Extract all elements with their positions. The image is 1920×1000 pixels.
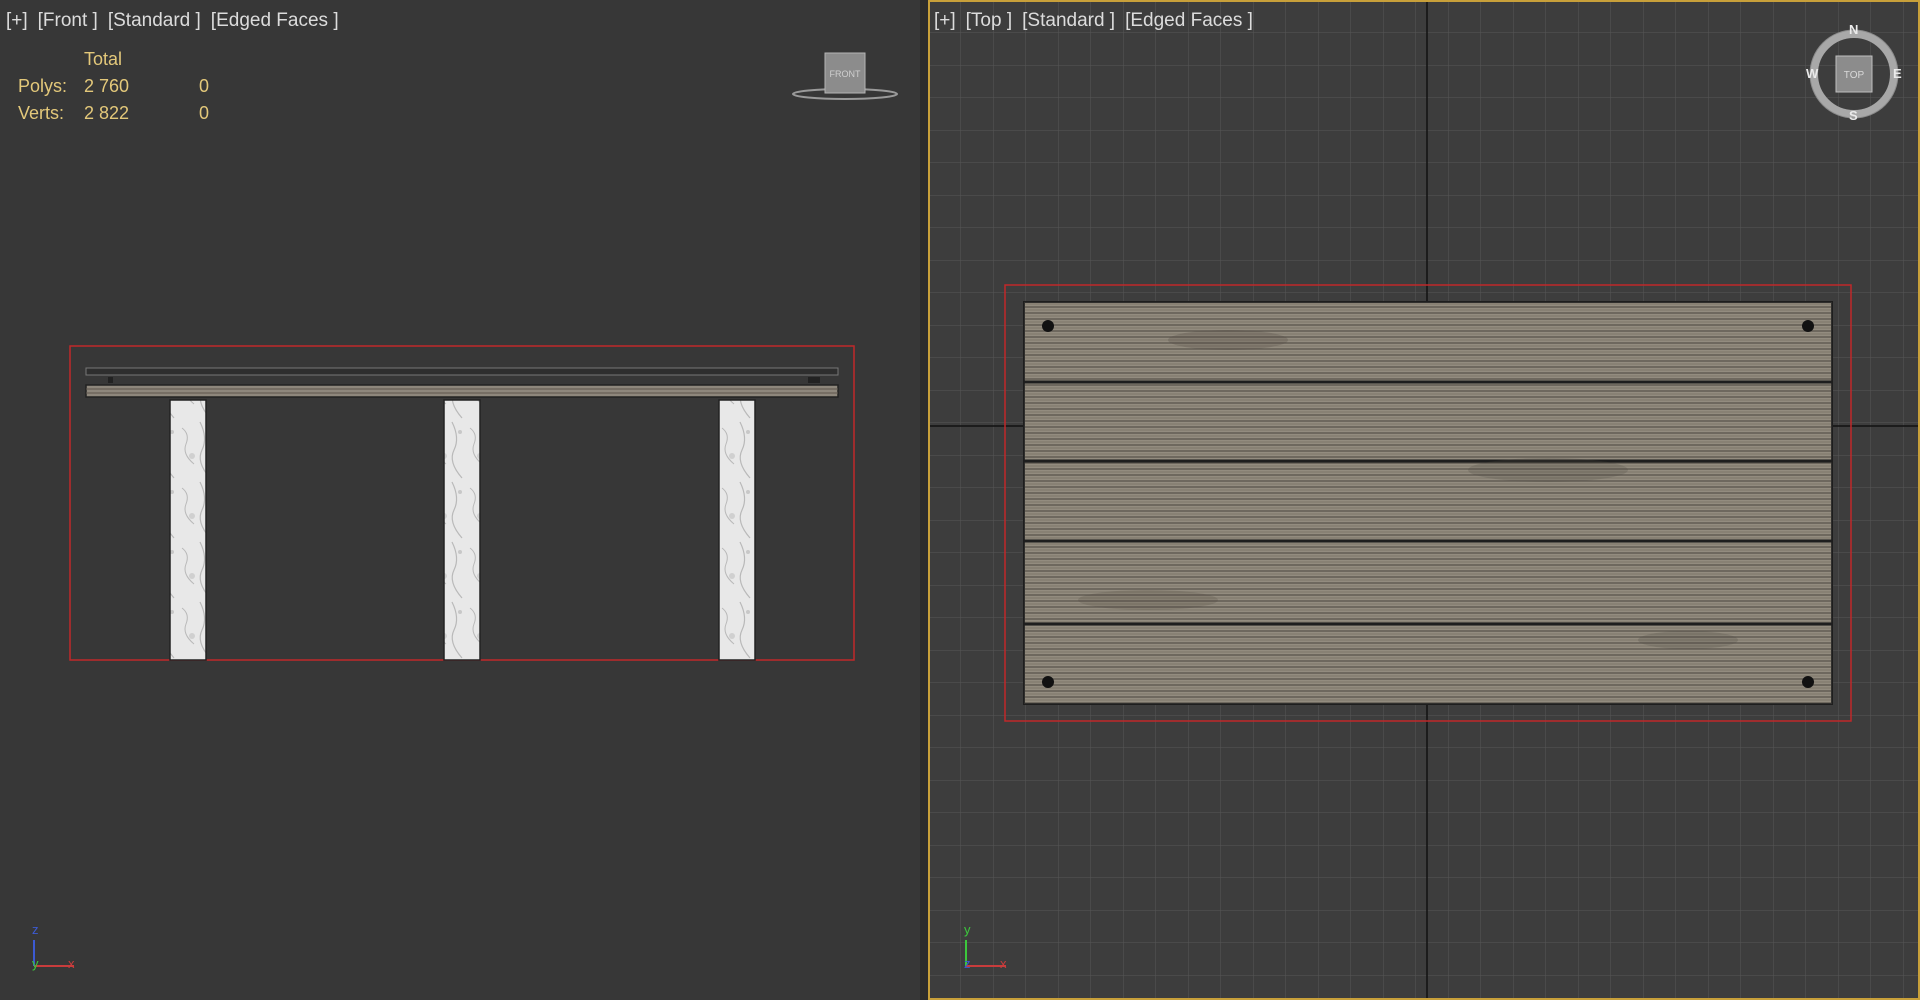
shading-mode-button[interactable]: [Standard ] [1022,10,1115,31]
axis-tripod: z y x [28,922,88,972]
viewport-divider[interactable] [920,0,928,1000]
axis-depth-label: y [32,956,39,971]
table-leg [718,399,756,661]
top-viewport[interactable]: [+] [Top ] [Standard ] [Edged Faces ] TOP N… [928,0,1920,1000]
axis-right-label: x [1000,956,1007,971]
table-leg [169,399,207,661]
axis-tripod: y z x [960,922,1020,972]
display-mode-button[interactable]: [Edged Faces ] [1125,10,1253,31]
table-top-planks [1023,301,1833,705]
viewcube-face-label: TOP [1844,70,1865,81]
front-scene [69,345,855,661]
axis-right-label: x [68,956,75,971]
viewcube-top[interactable]: TOP N S W E [1804,22,1904,124]
axis-up-label: y [964,922,971,937]
compass-west[interactable]: W [1806,66,1818,81]
compass-east[interactable]: E [1893,66,1902,81]
screw-hole [1802,676,1814,688]
screw-hole [1042,676,1054,688]
table-top-edge [85,367,839,376]
table-leg [443,399,481,661]
axis-up-label: z [32,922,39,937]
top-viewport-label: [+] [Top ] [Standard ] [Edged Faces ] [934,10,1263,32]
table-top-board [85,384,839,398]
top-scene [928,0,1920,1000]
axis-depth-label: z [964,956,971,971]
front-viewport[interactable]: [+] [Front ] [Standard ] [Edged Faces ] Tot… [0,0,920,1000]
screw-hole [1042,320,1054,332]
view-type-button[interactable]: [Top ] [966,10,1012,31]
compass-south[interactable]: S [1849,108,1858,123]
viewport-menu-button[interactable]: [+] [934,10,956,31]
compass-north[interactable]: N [1849,22,1858,37]
screw-hole [1802,320,1814,332]
